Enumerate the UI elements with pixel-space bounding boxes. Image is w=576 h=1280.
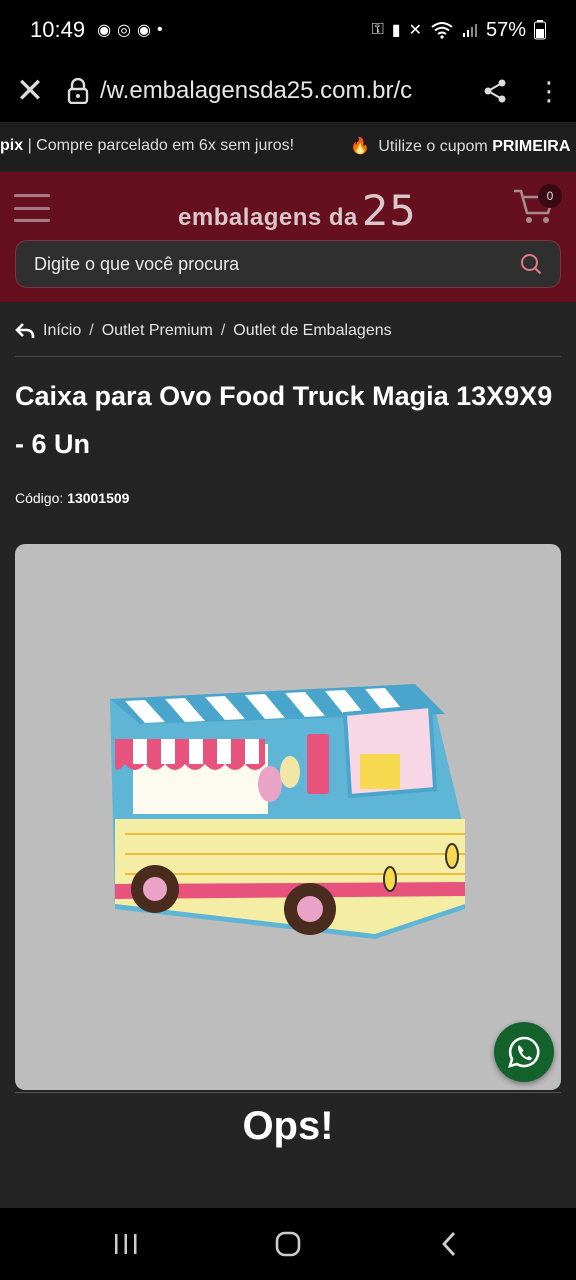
chrome-icon: ◉ bbox=[97, 22, 112, 39]
breadcrumb: Início / Outlet Premium / Outlet de Emba… bbox=[15, 318, 561, 344]
back-arrow-icon[interactable] bbox=[15, 322, 35, 340]
close-icon[interactable]: ✕ bbox=[0, 60, 60, 122]
search-icon[interactable] bbox=[520, 253, 542, 275]
wifi-icon bbox=[431, 22, 453, 39]
signal-icon bbox=[462, 24, 477, 37]
breadcrumb-separator: / bbox=[89, 322, 94, 339]
fire-icon: 🔥 bbox=[350, 138, 370, 155]
lock-icon[interactable] bbox=[60, 60, 96, 122]
promo-segment-2: 🔥 Utilize o cupom PRIMEIRA bbox=[350, 138, 571, 155]
ops-heading: Ops! bbox=[242, 1104, 334, 1148]
breadcrumb-item-inicio[interactable]: Início bbox=[43, 322, 81, 340]
divider bbox=[15, 1092, 561, 1093]
search-placeholder: Digite o que você procura bbox=[34, 253, 240, 274]
battery-icon bbox=[534, 20, 546, 40]
battery-percent: 57% bbox=[485, 18, 526, 41]
status-bar: 10:49 ◉ ◎ ◉ • ⚿ ▮ ✕ 57% bbox=[0, 0, 576, 60]
status-notification-icons: ◉ ◎ ◉ • bbox=[97, 20, 163, 40]
site-logo[interactable]: embalagens da 25 bbox=[178, 186, 416, 232]
cart-count-badge: 0 bbox=[538, 184, 562, 208]
search-input[interactable]: Digite o que você procura bbox=[15, 240, 561, 288]
breadcrumb-item-outlet-embalagens[interactable]: Outlet de Embalagens bbox=[233, 322, 391, 340]
recent-apps-icon[interactable] bbox=[106, 1226, 146, 1262]
product-code-label: Código: bbox=[15, 490, 64, 506]
site-header: embalagens da 25 Digite o que você procur… bbox=[0, 172, 576, 302]
more-menu-icon[interactable]: ⋮ bbox=[522, 60, 576, 122]
system-nav-bar bbox=[0, 1208, 576, 1280]
promo-segment-1: pix | Compre parcelado em 6x sem juros! bbox=[0, 137, 295, 154]
promo-ticker: pix | Compre parcelado em 6x sem juros! … bbox=[0, 122, 576, 170]
status-system-icons: ⚿ ▮ ✕ 57% bbox=[372, 19, 546, 42]
hamburger-menu-icon[interactable] bbox=[14, 194, 50, 222]
product-title: Caixa para Ovo Food Truck Magia 13X9X9 -… bbox=[15, 381, 553, 459]
mute-icon: ✕ bbox=[408, 22, 422, 39]
whatsapp-icon bbox=[508, 1036, 540, 1068]
breadcrumb-separator: / bbox=[220, 322, 226, 339]
battery-saver-icon: ▮ bbox=[391, 22, 401, 39]
product-image[interactable] bbox=[15, 544, 561, 1090]
dot-icon: • bbox=[156, 21, 163, 38]
home-icon[interactable] bbox=[268, 1226, 308, 1262]
breadcrumb-item-outlet-premium[interactable]: Outlet Premium bbox=[102, 322, 213, 340]
product-code: Código: 13001509 bbox=[15, 490, 129, 506]
whatsapp-icon: ◎ bbox=[117, 22, 131, 39]
food-truck-box-illustration bbox=[110, 684, 465, 939]
back-icon[interactable] bbox=[430, 1226, 470, 1262]
divider bbox=[15, 356, 561, 357]
share-icon[interactable] bbox=[468, 60, 522, 122]
browser-toolbar: ✕ /w.embalagensda25.com.br/c ⋮ bbox=[0, 60, 576, 122]
product-code-value: 13001509 bbox=[67, 490, 130, 506]
key-icon: ⚿ bbox=[371, 21, 384, 38]
status-time: 10:49 bbox=[30, 17, 86, 42]
whatsapp-button[interactable] bbox=[494, 1022, 554, 1082]
url-bar[interactable]: /w.embalagensda25.com.br/c bbox=[96, 77, 468, 105]
chrome-icon: ◉ bbox=[137, 22, 151, 39]
